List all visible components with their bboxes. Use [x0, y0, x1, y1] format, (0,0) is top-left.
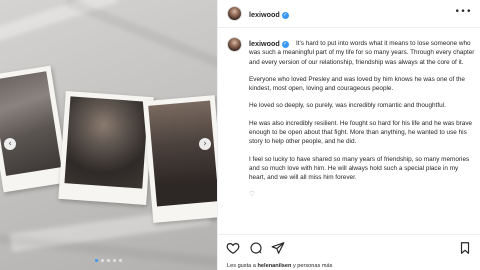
avatar[interactable]	[227, 6, 242, 21]
chevron-left-icon[interactable]: ‹	[4, 138, 16, 150]
caption-paragraph: Everyone who loved Presley and was loved…	[249, 75, 465, 93]
post-actions	[218, 234, 480, 264]
bedsheet-fold	[0, 0, 119, 46]
polaroid-photo	[58, 91, 154, 205]
carousel-dots	[0, 259, 217, 262]
caption-paragraph: It's hard to put into words what it mean…	[249, 40, 475, 66]
share-icon[interactable]	[271, 241, 285, 255]
caption-paragraph: I feel so lucky to have shared so many y…	[249, 155, 470, 182]
avatar[interactable]	[227, 37, 242, 52]
liker-username[interactable]: helenanilsen	[258, 263, 292, 269]
heart-emoji: ♡	[249, 191, 256, 199]
carousel-dot	[107, 259, 110, 262]
more-icon[interactable]: •••	[455, 7, 472, 17]
comment-icon[interactable]	[249, 241, 263, 255]
post-image-carousel[interactable]: ‹ ›	[0, 0, 217, 270]
caption-paragraph: He loved so deeply, so purely, was incre…	[249, 102, 446, 110]
save-icon[interactable]	[458, 241, 472, 255]
polaroid-photo	[142, 95, 217, 223]
carousel-dot	[95, 259, 98, 262]
carousel-dot	[113, 259, 116, 262]
caption-paragraph: He was also incredibly resilient. He fou…	[249, 119, 473, 146]
carousel-dot	[119, 259, 122, 262]
caption-area: lexiwood ✓ It's hard to put into words wh…	[218, 29, 480, 232]
carousel-dot	[101, 259, 104, 262]
post-detail-panel: lexiwood ✓ ••• lexiwood ✓ It's hard to put…	[217, 0, 480, 270]
caption-text: It's hard to put into words what it mean…	[249, 39, 476, 209]
bedsheet-fold	[64, 0, 217, 74]
heart-icon[interactable]	[226, 241, 240, 255]
post-header: lexiwood ✓ •••	[218, 0, 480, 28]
chevron-right-icon[interactable]: ›	[199, 138, 211, 150]
username-link[interactable]: lexiwood ✓	[249, 10, 289, 19]
verified-icon: ✓	[281, 11, 289, 19]
likes-summary[interactable]: Les gusta a helenanilsen y personas más	[227, 263, 332, 269]
polaroid-photo	[0, 65, 69, 193]
